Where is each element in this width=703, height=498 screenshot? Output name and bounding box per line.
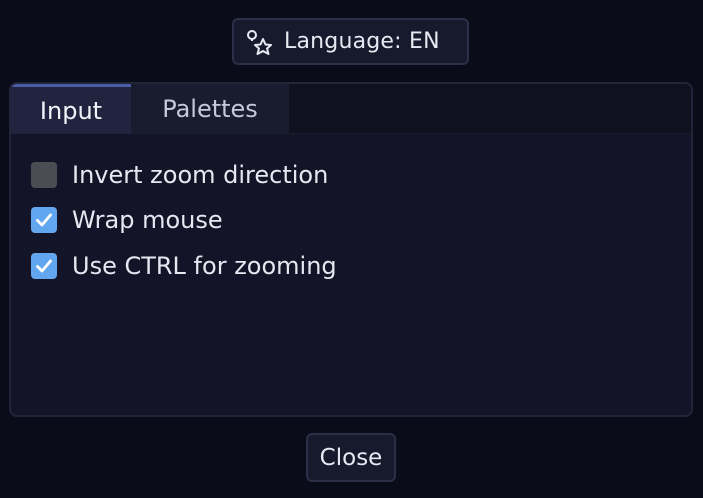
checkmark-icon — [36, 259, 52, 273]
language-button[interactable]: Language: EN — [232, 18, 469, 65]
tab-palettes[interactable]: Palettes — [131, 84, 289, 134]
checkmark-icon — [36, 213, 52, 227]
tab-bar: Input Palettes — [11, 84, 691, 134]
wrap-mouse-label: Wrap mouse — [72, 206, 223, 235]
wrap-mouse-checkbox[interactable] — [31, 207, 57, 234]
language-button-label: Language: EN — [284, 29, 440, 54]
settings-panel: Input Palettes Invert zoom direction Wra… — [9, 82, 693, 417]
invert-zoom-checkbox[interactable] — [31, 161, 57, 188]
tab-bar-filler — [289, 84, 691, 134]
option-invert-zoom[interactable]: Invert zoom direction — [31, 152, 337, 198]
ctrl-zoom-checkbox[interactable] — [31, 252, 57, 279]
close-button[interactable]: Close — [306, 433, 396, 482]
invert-zoom-label: Invert zoom direction — [72, 160, 329, 189]
option-ctrl-zoom[interactable]: Use CTRL for zooming — [31, 243, 337, 289]
translate-icon — [247, 29, 272, 55]
tab-input[interactable]: Input — [11, 84, 131, 134]
settings-dialog: Language: EN Input Palettes Invert zoom … — [0, 0, 703, 498]
ctrl-zoom-label: Use CTRL for zooming — [72, 251, 337, 280]
option-wrap-mouse[interactable]: Wrap mouse — [31, 198, 337, 244]
input-options: Invert zoom direction Wrap mouse Use CTR… — [31, 152, 337, 289]
